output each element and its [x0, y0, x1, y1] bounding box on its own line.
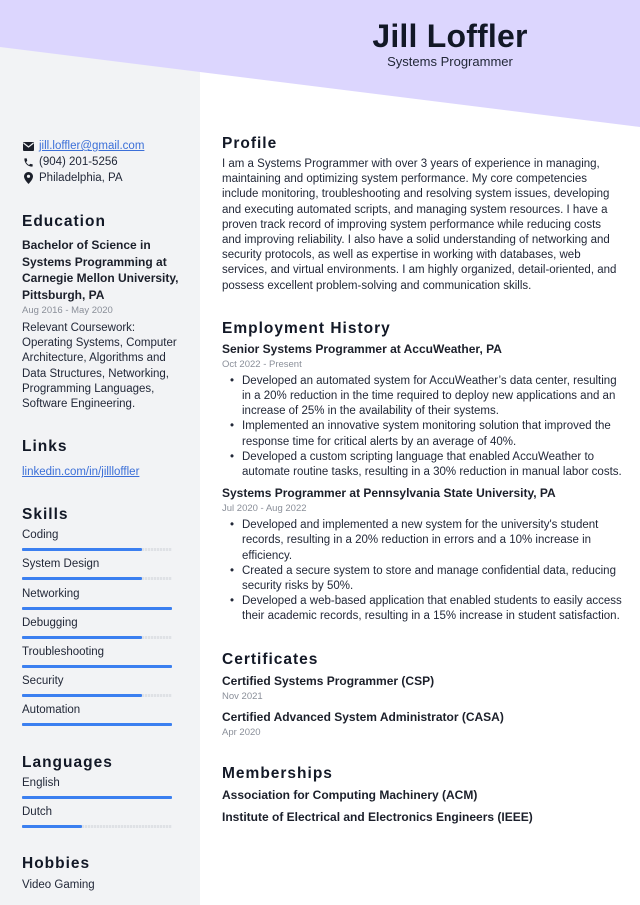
map-pin-icon [22, 172, 34, 184]
language-label: English [22, 776, 60, 789]
skill-level-bar [22, 664, 172, 668]
certificate-item: Certified Advanced System Administrator … [222, 710, 622, 739]
education-heading: Education [22, 213, 106, 230]
job-bullet: Created a secure system to store and man… [222, 564, 622, 594]
candidate-title: Systems Programmer [387, 54, 513, 69]
languages-heading: Languages [22, 753, 113, 771]
contact-phone: (904) 201-5256 [22, 154, 182, 170]
envelope-icon [22, 140, 34, 152]
language-level-bar [22, 795, 172, 799]
memberships-section: Memberships Association for Computing Ma… [222, 765, 622, 825]
links-heading: Links [22, 438, 68, 456]
certificate-item: Certified Systems Programmer (CSP) Nov 2… [222, 674, 622, 703]
languages-list: English Dutch [22, 776, 182, 834]
hobbies-section: Hobbies Video Gaming [22, 855, 182, 891]
skill-level-fill [22, 694, 142, 698]
education-section: Education Bachelor of Science in Systems… [22, 213, 182, 412]
skill-item: Troubleshooting [22, 645, 182, 674]
skill-label: Networking [22, 587, 80, 600]
skill-level-fill [22, 723, 172, 727]
profile-text: I am a Systems Programmer with over 3 ye… [222, 158, 617, 292]
languages-section: Languages English Dutch [22, 754, 182, 834]
phone-number: (904) 201-5256 [39, 156, 118, 168]
certificate-name: Certified Systems Programmer (CSP) [222, 673, 435, 688]
skill-level-bar [22, 548, 172, 552]
job-bullet: Implemented an innovative system monitor… [222, 419, 622, 449]
language-label: Dutch [22, 805, 53, 818]
job-dates: Jul 2020 - Aug 2022 [222, 503, 307, 515]
job-bullet: Developed an automated system for AccuWe… [222, 374, 622, 420]
education-degree: Bachelor of Science in Systems Programmi… [22, 238, 179, 302]
education-dates: Aug 2016 - May 2020 [22, 305, 113, 316]
certificates-heading: Certificates [222, 650, 319, 668]
skill-item: System Design [22, 557, 182, 586]
language-item: Dutch [22, 805, 182, 834]
job-bullet: Developed a custom scripting language th… [222, 450, 622, 480]
language-item: English [22, 776, 182, 805]
skill-label: System Design [22, 558, 100, 571]
skill-level-fill [22, 606, 172, 610]
job-entry: Systems Programmer at Pennsylvania State… [222, 486, 622, 624]
job-bullet: Developed a web-based application that e… [222, 594, 622, 624]
skills-list: Coding System Design Networking Debugging Tr… [22, 528, 182, 732]
contact-location: Philadelphia, PA [22, 170, 182, 186]
job-title: Systems Programmer at Pennsylvania State… [222, 486, 556, 501]
certificate-name: Certified Advanced System Administrator … [222, 709, 504, 724]
skill-label: Security [22, 675, 64, 688]
skill-item: Networking [22, 587, 182, 616]
contact-section: jill.loffler@gmail.com (904) 201-5256 Ph… [22, 138, 182, 186]
skill-item: Security [22, 674, 182, 703]
skill-level-bar [22, 694, 172, 698]
skills-heading: Skills [22, 506, 69, 524]
contact-email: jill.loffler@gmail.com [22, 138, 182, 154]
candidate-name: Jill Loffler [372, 18, 528, 54]
linkedin-link[interactable]: linkedin.com/in/jillloffler [22, 466, 139, 478]
employment-section: Employment History Senior Systems Progra… [222, 320, 622, 625]
main-content: Profile I am a Systems Programmer with o… [222, 135, 622, 832]
profile-heading: Profile [222, 135, 278, 152]
skill-label: Coding [22, 529, 59, 542]
membership-item: Association for Computing Machinery (ACM… [222, 787, 478, 802]
employment-heading: Employment History [222, 319, 391, 337]
job-title: Senior Systems Programmer at AccuWeather… [222, 341, 502, 356]
skills-section: Skills Coding System Design Networking Debu… [22, 506, 182, 732]
skill-level-bar [22, 606, 172, 610]
job-bullet: Developed and implemented a new system f… [222, 518, 622, 564]
job-bullets: Developed an automated system for AccuWe… [222, 374, 622, 480]
hobby-item: Video Gaming [22, 878, 95, 891]
hobbies-heading: Hobbies [22, 854, 91, 872]
skill-level-bar [22, 723, 172, 727]
skill-label: Debugging [22, 616, 78, 629]
skill-level-fill [22, 548, 142, 552]
job-bullets: Developed and implemented a new system f… [222, 518, 622, 624]
job-entry: Senior Systems Programmer at AccuWeather… [222, 342, 622, 480]
phone-icon [22, 156, 34, 168]
email-link[interactable]: jill.loffler@gmail.com [39, 140, 144, 152]
skill-item: Coding [22, 528, 182, 557]
language-level-fill [22, 824, 82, 828]
location-text: Philadelphia, PA [39, 172, 123, 184]
job-dates: Oct 2022 - Present [222, 358, 302, 370]
skill-item: Automation [22, 703, 182, 732]
skill-item: Debugging [22, 616, 182, 645]
links-section: Links linkedin.com/in/jillloffler [22, 438, 182, 480]
certificate-date: Apr 2020 [222, 726, 261, 738]
certificate-date: Nov 2021 [222, 690, 263, 702]
membership-item: Institute of Electrical and Electronics … [222, 809, 533, 824]
language-level-fill [22, 795, 172, 799]
skill-level-fill [22, 577, 142, 581]
skill-label: Automation [22, 704, 81, 717]
skill-level-fill [22, 635, 142, 639]
certificates-section: Certificates Certified Systems Programme… [222, 651, 622, 739]
profile-section: Profile I am a Systems Programmer with o… [222, 135, 622, 294]
sidebar: jill.loffler@gmail.com (904) 201-5256 Ph… [22, 138, 182, 891]
skill-level-bar [22, 635, 172, 639]
language-level-bar [22, 824, 172, 828]
education-description: Relevant Coursework: Operating Systems, … [22, 322, 177, 411]
memberships-heading: Memberships [222, 764, 333, 782]
skill-level-bar [22, 577, 172, 581]
skill-level-fill [22, 664, 172, 668]
skill-label: Troubleshooting [22, 645, 105, 658]
